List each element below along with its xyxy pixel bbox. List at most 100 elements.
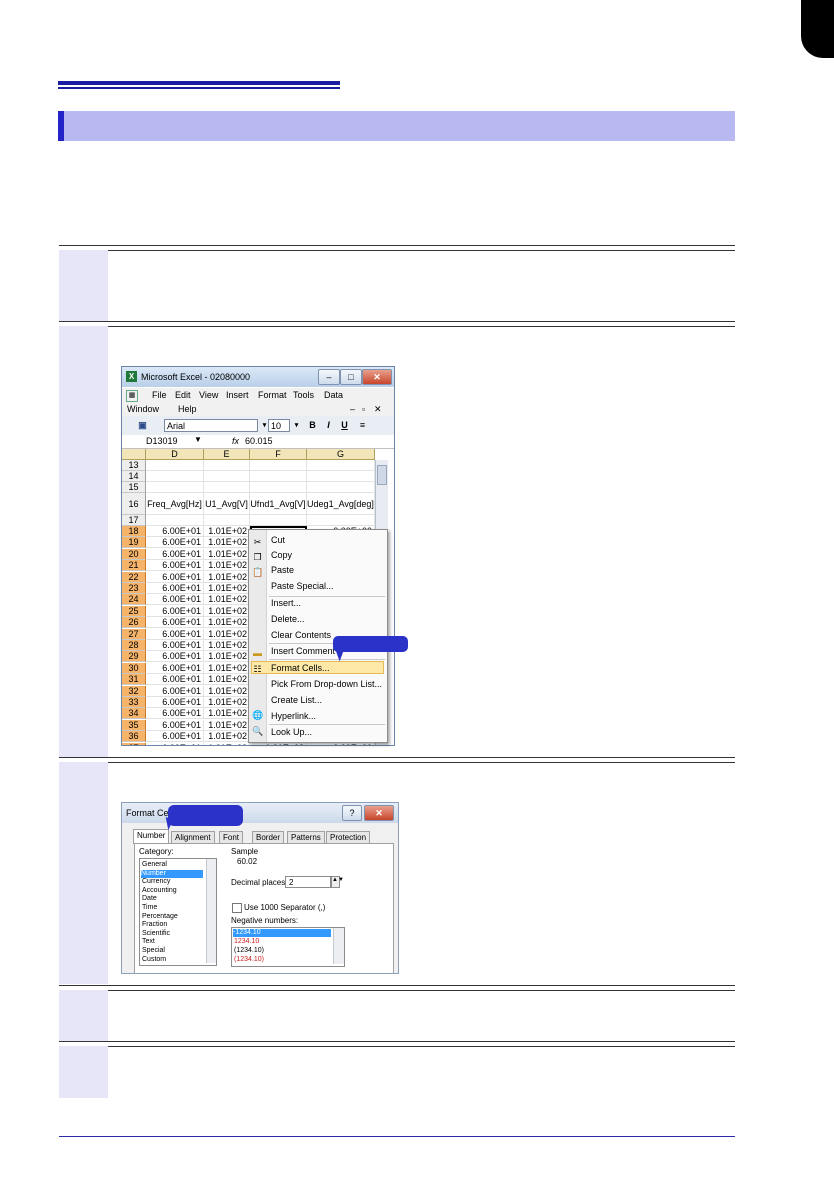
row-header[interactable]: 22 [122, 571, 146, 583]
align-icon[interactable]: ≡ [356, 419, 369, 432]
menu-item-clear-contents[interactable]: Clear Contents [271, 630, 331, 640]
negative-scrollbar[interactable] [333, 928, 344, 964]
table-cell[interactable] [204, 482, 250, 493]
category-item[interactable]: Custom [142, 956, 166, 964]
table-cell[interactable]: 1.01E+02 [204, 662, 250, 674]
table-cell[interactable] [250, 460, 307, 471]
negative-option[interactable]: 1234.10 [234, 938, 259, 946]
thousands-separator-checkbox[interactable] [232, 903, 242, 913]
table-cell[interactable] [146, 515, 204, 526]
category-item[interactable]: Special [142, 947, 165, 955]
table-cell[interactable]: 1.01E+02 [204, 651, 250, 663]
category-item[interactable]: Date [142, 895, 157, 903]
save-icon[interactable]: ▣ [136, 419, 149, 432]
table-cell[interactable]: 6.00E+01 [146, 548, 204, 560]
column-header-d[interactable]: D [146, 449, 204, 460]
row-header[interactable]: 21 [122, 560, 146, 572]
minimize-button[interactable]: – [318, 369, 340, 385]
table-cell[interactable]: 6.00E+01 [146, 537, 204, 549]
menu-edit[interactable]: Edit [175, 390, 191, 400]
tab-number[interactable]: Number [133, 829, 170, 844]
table-cell[interactable] [250, 515, 307, 526]
row-header[interactable]: 24 [122, 594, 146, 606]
table-cell[interactable]: 1.01E+02 [204, 571, 250, 583]
table-cell[interactable]: 6.00E+01 [146, 662, 204, 674]
font-name-box[interactable]: Arial [164, 419, 258, 432]
close-button[interactable]: ✕ [362, 369, 392, 385]
row-header[interactable]: 36 [122, 731, 146, 743]
table-cell[interactable]: 6.00E+01 [146, 526, 204, 537]
decimal-spinner-icon[interactable]: ▲▼ [331, 876, 344, 888]
category-item[interactable]: Scientific [142, 930, 170, 938]
name-box-dropdown-icon[interactable]: ▼ [194, 435, 202, 444]
table-cell[interactable]: 6.00E+01 [146, 594, 204, 606]
table-cell[interactable]: 1.01E+02 [204, 628, 250, 640]
table-cell[interactable]: 0.00E+00 [307, 742, 375, 745]
row-header[interactable]: 14 [122, 471, 146, 482]
table-cell[interactable] [307, 515, 375, 526]
table-cell[interactable]: 1.01E+02 [204, 674, 250, 686]
table-cell[interactable] [204, 460, 250, 471]
size-dropdown-icon[interactable]: ▾ [290, 419, 303, 432]
column-header-e[interactable]: E [204, 449, 250, 460]
category-item[interactable]: Accounting [142, 887, 177, 895]
table-cell[interactable] [307, 482, 375, 493]
doc-restore-icon[interactable]: ▫ [362, 404, 365, 414]
table-cell[interactable] [250, 482, 307, 493]
table-cell[interactable]: Udeg1_Avg[deg] [307, 493, 375, 515]
table-cell[interactable]: 6.00E+01 [146, 571, 204, 583]
menu-item-insert-comment[interactable]: Insert Comment [271, 646, 335, 656]
table-cell[interactable]: 1.01E+02 [204, 583, 250, 594]
table-cell[interactable]: 1.01E+02 [204, 526, 250, 537]
table-cell[interactable]: 1.01E+02 [250, 742, 307, 745]
table-cell[interactable]: 1.01E+02 [204, 708, 250, 720]
row-header[interactable]: 33 [122, 697, 146, 708]
table-cell[interactable]: 6.00E+01 [146, 697, 204, 708]
table-cell[interactable]: 1.01E+02 [204, 742, 250, 745]
table-cell[interactable]: 6.00E+01 [146, 628, 204, 640]
row-header[interactable]: 16 [122, 493, 146, 515]
category-item[interactable]: Currency [142, 878, 170, 886]
row-header[interactable]: 37 [122, 742, 146, 745]
row-header[interactable]: 27 [122, 628, 146, 640]
table-cell[interactable]: 6.00E+01 [146, 674, 204, 686]
menu-item-hyperlink[interactable]: Hyperlink... [271, 711, 316, 721]
menu-format[interactable]: Format [258, 390, 287, 400]
menu-insert[interactable]: Insert [226, 390, 249, 400]
table-cell[interactable] [250, 471, 307, 482]
negative-numbers-list[interactable]: -1234.10 1234.10 (1234.10) (1234.10) [231, 927, 345, 967]
doc-minimize-icon[interactable]: – [350, 404, 355, 414]
maximize-button[interactable]: □ [340, 369, 362, 385]
row-header[interactable]: 28 [122, 640, 146, 651]
column-header-g[interactable]: G [307, 449, 375, 460]
table-cell[interactable]: 6.00E+01 [146, 560, 204, 572]
table-cell[interactable]: 1.01E+02 [204, 719, 250, 731]
menu-help[interactable]: Help [178, 404, 197, 414]
table-cell[interactable]: 6.00E+01 [146, 708, 204, 720]
table-cell[interactable]: 1.01E+02 [204, 605, 250, 617]
table-cell[interactable]: 6.00E+01 [146, 651, 204, 663]
menu-item-format-cells[interactable]: Format Cells... [271, 663, 330, 673]
row-header[interactable]: 30 [122, 662, 146, 674]
menu-view[interactable]: View [199, 390, 218, 400]
category-item[interactable]: Percentage [142, 913, 178, 921]
table-cell[interactable]: Freq_Avg[Hz] [146, 493, 204, 515]
row-header[interactable]: 25 [122, 605, 146, 617]
table-cell[interactable]: 6.00E+01 [146, 719, 204, 731]
table-cell[interactable]: 1.01E+02 [204, 594, 250, 606]
menu-item-paste[interactable]: Paste [271, 565, 294, 575]
select-all-corner[interactable] [122, 449, 146, 460]
table-cell[interactable]: U1_Avg[V] [204, 493, 250, 515]
row-header[interactable]: 13 [122, 460, 146, 471]
bold-button[interactable]: B [306, 419, 319, 432]
category-item[interactable]: Number [141, 869, 203, 878]
table-cell[interactable]: 6.00E+01 [146, 605, 204, 617]
table-cell[interactable]: 1.01E+02 [204, 548, 250, 560]
category-item[interactable]: Fraction [142, 921, 167, 929]
negative-option[interactable]: (1234.10) [234, 956, 264, 964]
category-item[interactable]: Time [142, 904, 157, 912]
menu-item-look-up[interactable]: Look Up... [271, 727, 312, 737]
table-cell[interactable]: 1.01E+02 [204, 731, 250, 743]
table-cell[interactable]: 6.00E+01 [146, 617, 204, 629]
category-scrollbar[interactable] [206, 859, 216, 963]
